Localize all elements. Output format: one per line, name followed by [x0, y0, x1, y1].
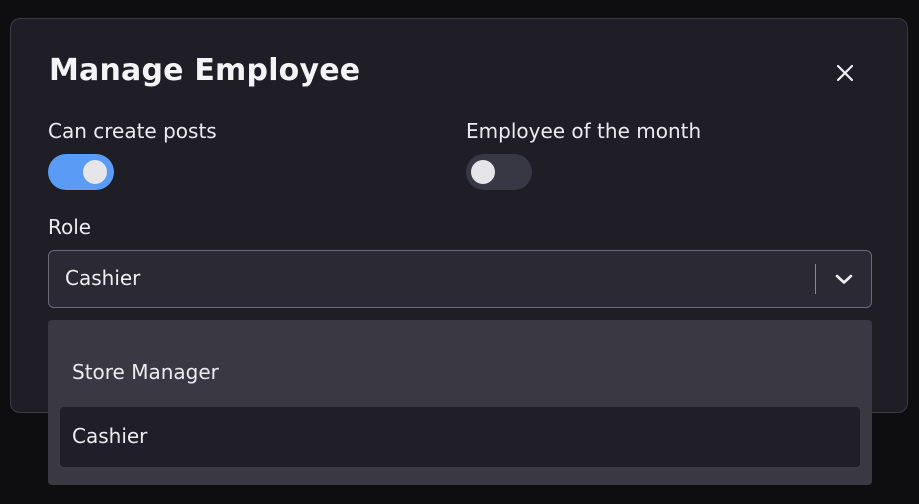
role-options-menu: Store Manager Cashier [48, 320, 872, 485]
toggle-knob [471, 160, 495, 184]
role-dropdown-toggle[interactable] [830, 265, 858, 293]
toggle-knob [83, 160, 107, 184]
role-label: Role [48, 215, 92, 239]
option-label: Cashier [72, 424, 148, 448]
close-button[interactable] [830, 58, 860, 88]
select-divider [815, 264, 816, 294]
employee-of-month-label: Employee of the month [466, 119, 702, 143]
dialog-title: Manage Employee [49, 53, 361, 88]
role-option-cashier[interactable]: Cashier [60, 407, 860, 467]
role-option-store-manager[interactable]: Store Manager [60, 343, 860, 403]
role-select-value: Cashier [65, 266, 141, 290]
can-create-posts-label: Can create posts [48, 119, 217, 143]
chevron-down-icon [835, 274, 853, 284]
employee-of-month-toggle[interactable] [466, 154, 532, 190]
option-label: Store Manager [72, 360, 219, 384]
can-create-posts-toggle[interactable] [48, 154, 114, 190]
close-icon [836, 64, 854, 82]
role-select[interactable]: Cashier [48, 250, 872, 308]
